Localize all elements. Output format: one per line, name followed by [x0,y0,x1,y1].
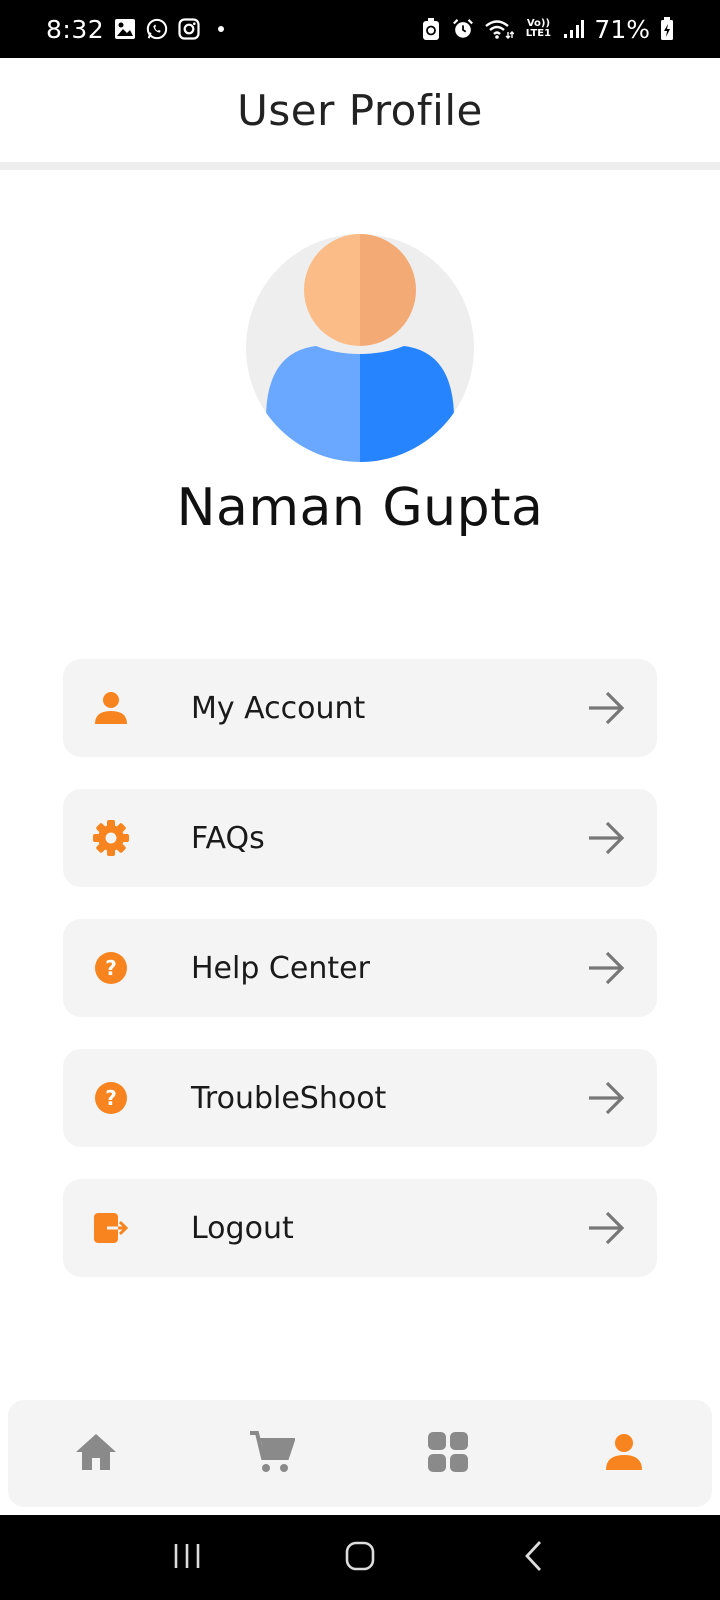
volte-bottom-label: LTE1 [525,28,552,39]
nav-profile[interactable] [594,1424,654,1484]
person-icon [93,690,129,726]
status-bar-right: Vo)) LTE1 71% [420,15,674,44]
status-bar: 8:32 Vo)) LTE1 71% [0,0,720,58]
arrow-right-icon [587,820,625,856]
menu-item-faqs[interactable]: FAQs [63,789,657,887]
home-icon [74,1432,118,1476]
nav-home[interactable] [66,1424,126,1484]
recent-apps-icon [172,1542,202,1574]
menu-label: FAQs [191,820,265,856]
volte-icon: Vo)) LTE1 [524,18,552,40]
svg-text:?: ? [105,956,117,980]
menu-label: Logout [191,1210,294,1246]
page-title: User Profile [237,85,483,135]
logout-icon [93,1210,129,1246]
nav-categories[interactable] [418,1424,478,1484]
nav-cart[interactable] [242,1424,302,1484]
wifi-icon [484,18,515,40]
status-time: 8:32 [46,14,105,44]
menu-item-help-center[interactable]: ? Help Center [63,919,657,1017]
profile-menu: My Account FAQs ? Help Center ? TroubleS… [63,659,657,1309]
grid-icon [428,1431,468,1476]
status-bar-left: 8:32 [46,14,225,44]
menu-item-my-account[interactable]: My Account [63,659,657,757]
battery-icon [660,17,674,40]
gallery-icon [114,18,136,40]
home-button[interactable] [330,1533,390,1583]
notification-dot [218,26,225,32]
cart-icon [249,1430,296,1478]
svg-text:?: ? [105,1086,117,1110]
help-circle-icon: ? [93,1080,129,1116]
user-avatar-icon [246,234,474,462]
gear-icon [93,820,129,856]
battery-percent: 71% [594,14,650,44]
arrow-right-icon [587,950,625,986]
app-header: User Profile [0,58,720,170]
home-circle-icon [345,1541,375,1575]
person-icon [604,1432,644,1476]
menu-item-troubleshoot[interactable]: ? TroubleShoot [63,1049,657,1147]
menu-label: TroubleShoot [191,1080,387,1116]
whatsapp-icon [146,18,168,40]
arrow-right-icon [587,1210,625,1246]
user-name: Naman Gupta [176,478,544,538]
menu-label: My Account [191,690,366,726]
bottom-navigation [8,1400,712,1507]
battery-saver-icon [420,18,442,40]
help-circle-icon: ? [93,950,129,986]
arrow-right-icon [587,690,625,726]
back-icon [523,1540,543,1576]
menu-label: Help Center [191,950,370,986]
alarm-icon [452,18,474,40]
menu-item-logout[interactable]: Logout [63,1179,657,1277]
back-button[interactable] [503,1533,563,1583]
arrow-right-icon [587,1080,625,1116]
signal-icon [562,18,585,40]
instagram-icon [178,18,200,40]
recent-apps-button[interactable] [157,1533,217,1583]
system-navigation-bar [0,1515,720,1600]
